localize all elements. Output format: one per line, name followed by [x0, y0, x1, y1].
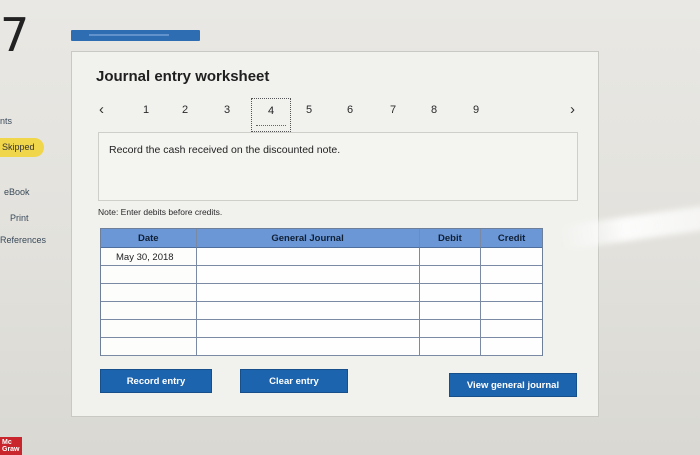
account-select[interactable] — [196, 266, 420, 284]
debit-input[interactable] — [419, 302, 482, 320]
journal-worksheet-panel: Journal entry worksheet ‹ 1 2 3 4 5 6 7 … — [71, 51, 599, 417]
table-row — [101, 302, 543, 320]
account-select[interactable] — [196, 248, 420, 266]
table-row — [101, 266, 543, 284]
debit-input[interactable] — [419, 320, 482, 338]
references-link[interactable]: References — [0, 235, 46, 245]
page-3[interactable]: 3 — [220, 104, 234, 116]
chevron-left-icon[interactable]: ‹ — [99, 101, 104, 118]
journal-table: Date General Journal Debit Credit May 30… — [100, 228, 543, 356]
debit-input[interactable] — [419, 248, 482, 266]
question-prompt: Record the cash received on the discount… — [109, 144, 341, 156]
page-6[interactable]: 6 — [343, 104, 357, 116]
tab-bar-stripe — [89, 34, 169, 36]
header-credit: Credit — [481, 229, 542, 248]
chevron-right-icon[interactable]: › — [570, 101, 575, 118]
clear-entry-button[interactable]: Clear entry — [240, 369, 348, 393]
header-date: Date — [101, 229, 197, 248]
date-cell[interactable] — [101, 320, 197, 338]
account-select[interactable] — [196, 302, 420, 320]
credit-input[interactable] — [481, 320, 543, 338]
date-cell[interactable] — [101, 302, 197, 320]
table-row: May 30, 2018 — [101, 248, 543, 266]
view-general-journal-button[interactable]: View general journal — [449, 373, 577, 397]
question-prompt-box: Record the cash received on the discount… — [98, 132, 578, 201]
worksheet-title: Journal entry worksheet — [96, 68, 270, 85]
date-cell[interactable]: May 30, 2018 — [101, 248, 197, 266]
table-row — [101, 338, 543, 356]
record-entry-button[interactable]: Record entry — [100, 369, 212, 393]
header-debit: Debit — [419, 229, 482, 248]
credit-input[interactable] — [481, 338, 543, 356]
skipped-badge: Skipped — [0, 138, 44, 157]
page-4-label: 4 — [267, 105, 275, 117]
page-navigator: ‹ 1 2 3 4 5 6 7 8 9 › — [72, 98, 600, 134]
table-header-row: Date General Journal Debit Credit — [101, 229, 542, 248]
header-general-journal: General Journal — [196, 229, 420, 248]
page-5[interactable]: 5 — [302, 104, 316, 116]
table-row — [101, 320, 543, 338]
page-4-active[interactable]: 4 — [251, 98, 291, 132]
page-9[interactable]: 9 — [469, 104, 483, 116]
page-2[interactable]: 2 — [178, 104, 192, 116]
debit-input[interactable] — [419, 338, 482, 356]
ebook-link[interactable]: eBook — [4, 187, 30, 197]
page-8[interactable]: 8 — [427, 104, 441, 116]
account-select[interactable] — [196, 284, 420, 302]
page-1[interactable]: 1 — [139, 104, 153, 116]
date-cell[interactable] — [101, 266, 197, 284]
debit-input[interactable] — [419, 266, 482, 284]
points-label: nts — [0, 116, 13, 126]
date-cell[interactable] — [101, 284, 197, 302]
mcgraw-logo: Mc Graw — [0, 437, 22, 455]
page-7[interactable]: 7 — [386, 104, 400, 116]
debit-credit-note: Note: Enter debits before credits. — [98, 207, 223, 217]
table-row — [101, 284, 543, 302]
credit-input[interactable] — [481, 302, 543, 320]
account-select[interactable] — [196, 338, 420, 356]
credit-input[interactable] — [481, 266, 543, 284]
credit-input[interactable] — [481, 248, 543, 266]
blue-tab-bar[interactable] — [71, 30, 200, 41]
debit-input[interactable] — [419, 284, 482, 302]
credit-input[interactable] — [481, 284, 543, 302]
print-link[interactable]: Print — [10, 213, 29, 223]
date-cell[interactable] — [101, 338, 197, 356]
account-select[interactable] — [196, 320, 420, 338]
active-indicator — [256, 125, 286, 126]
question-number: 7 — [0, 8, 30, 62]
